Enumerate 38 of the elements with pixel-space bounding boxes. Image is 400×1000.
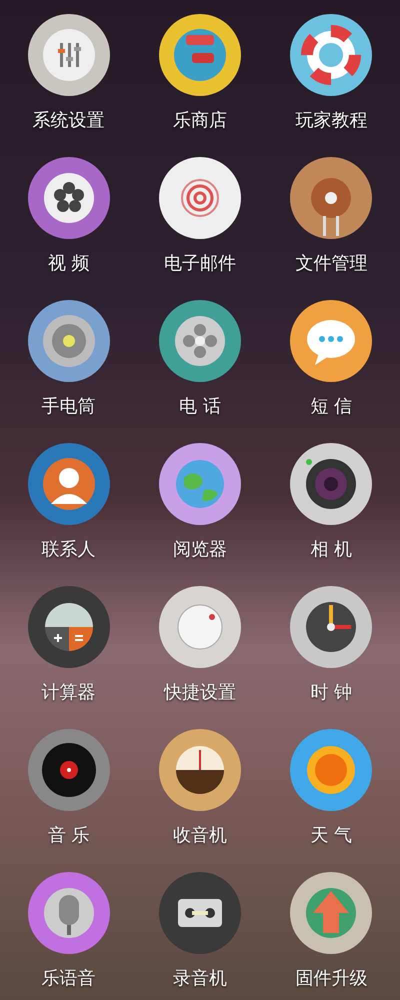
- app-label: 手电筒: [42, 395, 96, 419]
- knob-icon[interactable]: [158, 585, 242, 669]
- globe-icon[interactable]: [158, 442, 242, 526]
- app-label: 视 频: [48, 252, 90, 276]
- app-label: 文件管理: [295, 252, 368, 276]
- film-reel-icon[interactable]: [26, 156, 111, 240]
- sliders-icon[interactable]: [26, 13, 111, 97]
- calculator-icon[interactable]: [26, 585, 111, 669]
- vinyl-record-icon[interactable]: [26, 728, 111, 812]
- app-label: 时 钟: [310, 681, 352, 705]
- app-label: 阅览器: [172, 538, 227, 562]
- chat-bubble-icon[interactable]: [289, 299, 374, 383]
- radio-dial-icon[interactable]: [158, 728, 242, 812]
- app-label: 音 乐: [48, 824, 90, 848]
- cassette-icon[interactable]: [158, 871, 242, 955]
- spool-icon[interactable]: [289, 156, 374, 240]
- app-label: 计算器: [42, 681, 96, 705]
- app-label: 短 信: [310, 395, 352, 419]
- app-label: 快捷设置: [164, 681, 236, 705]
- app-label: 收音机: [172, 824, 227, 848]
- person-icon[interactable]: [26, 442, 111, 526]
- microphone-icon[interactable]: [26, 871, 111, 955]
- app-label: 天 气: [310, 824, 352, 848]
- app-label: 录音机: [172, 967, 227, 991]
- sun-icon[interactable]: [289, 728, 374, 812]
- app-label: 电 话: [179, 395, 221, 419]
- app-label: 相 机: [310, 538, 352, 562]
- app-label: 电子邮件: [164, 252, 236, 276]
- app-label: 系统设置: [32, 109, 105, 133]
- lifebuoy-icon[interactable]: [289, 13, 374, 97]
- app-label: 固件升级: [295, 967, 368, 991]
- app-label: 玩家教程: [295, 109, 368, 133]
- clock-icon[interactable]: [289, 585, 374, 669]
- app-label: 乐商店: [172, 109, 227, 133]
- app-label: 联系人: [42, 538, 96, 562]
- reel-icon[interactable]: [158, 299, 242, 383]
- camera-lens-icon[interactable]: [289, 442, 374, 526]
- app-label: 乐语音: [42, 967, 96, 991]
